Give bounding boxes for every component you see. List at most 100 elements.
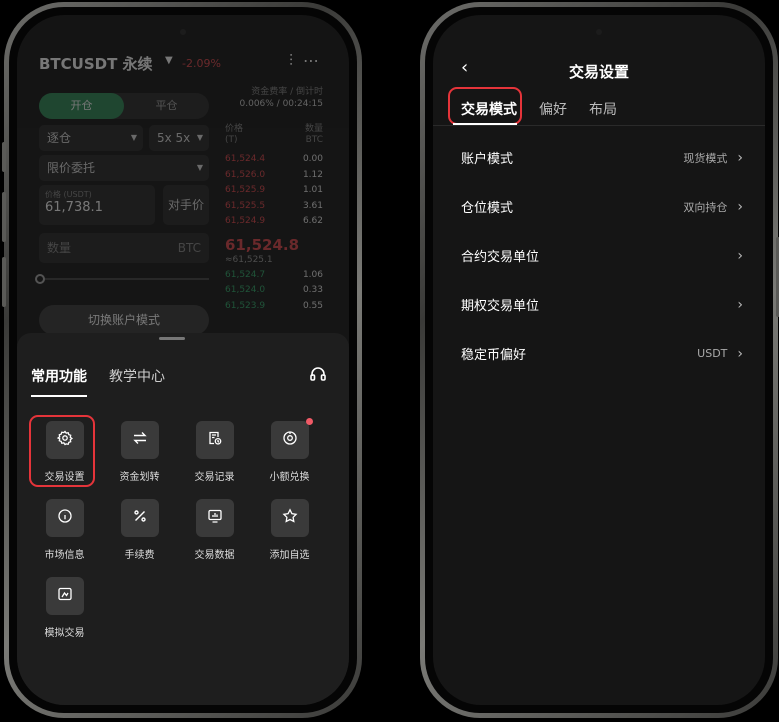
caret-down-icon: ▼ (130, 133, 137, 142)
bid-price: 61,524.0 (225, 285, 266, 295)
sheet-handle[interactable] (159, 337, 185, 340)
row-stablecoin-preference[interactable]: 稳定币偏好 USDT › (461, 329, 743, 378)
functions-sheet: 常用功能 教学中心 交易设置 资金划转 交易记录 小额兑换 市场信息 手续费 交… (17, 333, 349, 705)
row-option-unit[interactable]: 期权交易单位 › (461, 280, 743, 329)
row-position-mode[interactable]: 仓位模式 双向持仓 › (461, 182, 743, 231)
function-fees[interactable]: 手续费 (102, 499, 177, 561)
tab-layout[interactable]: 布局 (589, 99, 617, 119)
caret-down-icon[interactable]: ▼ (165, 55, 173, 66)
page-title: 交易设置 (568, 63, 629, 81)
price-change: -2.09% (182, 57, 221, 70)
ask-price: 61,525.9 (225, 185, 266, 195)
function-label: 资金划转 (119, 472, 160, 483)
divider (433, 125, 765, 126)
trade-screen: BTCUSDT 永续 ▼ -2.09% ⫶⋯ 开仓 平仓 逐仓 ▼ 5x 5x ▼ … (17, 15, 349, 705)
bid-row[interactable]: 61,524.0 0.33 (225, 283, 323, 299)
row-label: 稳定币偏好 (461, 348, 527, 363)
tab-tutorial-center[interactable]: 教学中心 (109, 366, 165, 397)
bid-row[interactable]: 61,523.9 0.55 (225, 299, 323, 315)
phone-side-button (2, 142, 6, 172)
order-type-value: 限价委托 (47, 161, 96, 175)
info-icon (57, 508, 73, 528)
caret-down-icon: ▼ (196, 163, 203, 172)
phone-side-button (2, 257, 6, 307)
margin-mode-select[interactable]: 逐仓 ▼ (39, 125, 143, 151)
switch-account-button[interactable]: 切换账户模式 (39, 305, 209, 335)
ask-row[interactable]: 61,524.9 6.62 (225, 214, 323, 230)
ask-price: 61,524.4 (225, 154, 266, 164)
bid-price: 61,524.7 (225, 269, 266, 280)
quantity-input[interactable]: BTC 数量 (39, 233, 209, 263)
mid-price: 61,524.8 (225, 235, 300, 254)
order-type-select[interactable]: 限价委托 ▼ (39, 155, 209, 181)
col-price: 价格 (T) (225, 124, 244, 145)
price-input[interactable]: 价格 (USDT) 61,738.1 (39, 185, 155, 225)
ask-row[interactable]: 61,525.9 1.01 (225, 183, 323, 199)
slider-handle[interactable] (35, 274, 45, 284)
order-book-header: 价格 (T) 数量 BTC (225, 124, 323, 146)
bid-qty: 0.55 (302, 300, 323, 311)
row-label: 账户模式 (461, 152, 514, 167)
row-contract-unit[interactable]: 合约交易单位 › (461, 231, 743, 280)
function-label: 小额兑换 (269, 472, 310, 483)
function-label: 模拟交易 (44, 628, 85, 639)
function-trade-records[interactable]: 交易记录 (177, 421, 252, 483)
tab-close[interactable]: 平仓 (124, 93, 209, 119)
col-qty: 数量 BTC (304, 124, 323, 145)
chart-icon[interactable]: ⫶ (289, 51, 303, 70)
ask-row[interactable]: 61,524.4 0.00 (225, 152, 323, 168)
bid-price: 61,523.9 (225, 300, 266, 311)
ask-row[interactable]: 61,526.0 1.12 (225, 168, 323, 184)
simulate-icon (57, 586, 73, 606)
open-close-toggle[interactable]: 开仓 平仓 (39, 93, 209, 119)
camera-dot (596, 29, 602, 35)
bid-row[interactable]: 61,524.7 1.06 (225, 268, 323, 284)
function-trade-data[interactable]: 交易数据 (177, 499, 252, 561)
row-value: 现货模式 (683, 151, 728, 165)
row-account-mode[interactable]: 账户模式 现货模式 › (461, 133, 743, 182)
more-icon[interactable]: ⋯ (303, 51, 329, 70)
chart-and-more-icons[interactable]: ⫶⋯ (289, 51, 329, 71)
bid-qty: 0.33 (302, 285, 323, 295)
bid-qty: 1.06 (302, 269, 323, 280)
ask-qty: 1.12 (302, 169, 323, 180)
chevron-right-icon: › (737, 198, 743, 215)
tab-preferences[interactable]: 偏好 (539, 99, 567, 119)
function-small-exchange[interactable]: 小额兑换 (252, 418, 327, 483)
function-fund-transfer[interactable]: 资金划转 (102, 421, 177, 483)
tab-open[interactable]: 开仓 (39, 93, 124, 119)
function-demo-trading[interactable]: 模拟交易 (27, 577, 102, 639)
chevron-right-icon: › (737, 296, 743, 313)
function-trade-settings[interactable]: 交易设置 (27, 421, 102, 483)
row-value: 双向持仓 (683, 200, 728, 214)
star-icon (282, 508, 298, 528)
quantity-slider[interactable] (35, 274, 209, 284)
tab-common-functions[interactable]: 常用功能 (31, 366, 87, 397)
function-market-info[interactable]: 市场信息 (27, 499, 102, 561)
counter-price-button[interactable]: 对手价 (163, 185, 209, 225)
function-label: 市场信息 (44, 550, 85, 561)
pair-title[interactable]: BTCUSDT 永续 (39, 53, 153, 74)
caret-down-icon: ▼ (196, 133, 203, 142)
trade-settings-screen: ‹ 交易设置 交易模式 偏好 布局 账户模式 现货模式 › 仓位模式 双向持仓 › (433, 15, 765, 705)
leverage-select[interactable]: 5x 5x ▼ (149, 125, 209, 151)
price-label: 价格 (USDT) (45, 190, 92, 199)
sheet-tabs: 常用功能 教学中心 (31, 366, 165, 397)
price-value: 61,738.1 (45, 200, 103, 215)
function-add-favorite[interactable]: 添加自选 (252, 499, 327, 561)
headset-icon[interactable] (309, 365, 327, 387)
ask-price: 61,525.5 (225, 200, 266, 211)
mid-price-sub: ≈61,525.1 (225, 254, 273, 265)
function-label: 交易记录 (194, 472, 235, 483)
ask-row[interactable]: 61,525.5 3.61 (225, 199, 323, 215)
data-icon (207, 508, 223, 528)
tab-trade-mode[interactable]: 交易模式 (461, 99, 517, 119)
ask-price: 61,524.9 (225, 216, 266, 226)
row-label: 期权交易单位 (461, 299, 540, 314)
notification-dot (306, 418, 313, 425)
ask-qty: 6.62 (302, 216, 323, 226)
phone-right: ‹ 交易设置 交易模式 偏好 布局 账户模式 现货模式 › 仓位模式 双向持仓 › (420, 2, 779, 718)
asks: 61,524.4 0.00 61,526.0 1.12 61,525.9 1.01 6… (225, 152, 323, 230)
phone-side-button (2, 192, 6, 242)
quantity-placeholder: 数量 (47, 241, 72, 255)
